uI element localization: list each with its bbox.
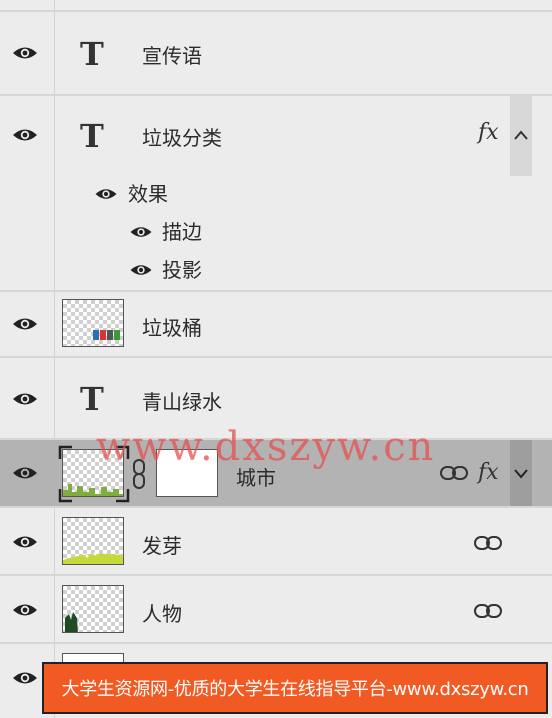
eye-icon[interactable] (12, 602, 38, 618)
eye-icon[interactable] (94, 187, 118, 201)
eye-icon[interactable] (129, 263, 153, 277)
chevron-up-icon (514, 130, 528, 140)
people-thumbnail-icon (65, 612, 78, 632)
effect-stroke[interactable]: 描边 (162, 216, 202, 245)
expand-effects-toggle[interactable] (510, 440, 532, 506)
eye-icon[interactable] (12, 534, 38, 550)
chevron-down-icon (514, 469, 528, 479)
layer-row-slogan[interactable]: T 宣传语 (0, 12, 552, 96)
layer-name: 垃圾分类 (142, 126, 222, 150)
effect-drop-shadow[interactable]: 投影 (162, 254, 202, 283)
text-layer-icon: T (80, 35, 104, 73)
layer-name: 宣传语 (142, 44, 202, 68)
text-layer-icon: T (80, 117, 104, 155)
eye-icon[interactable] (12, 465, 38, 481)
eye-icon[interactable] (12, 127, 38, 143)
fx-icon[interactable]: fx (478, 120, 499, 145)
link-icon[interactable] (474, 604, 502, 618)
layer-row-green-mountains[interactable]: T 青山绿水 (0, 358, 552, 440)
layer-name: 人物 (142, 602, 182, 626)
layer-row-sprout[interactable]: 发芽 (0, 508, 552, 576)
eye-icon[interactable] (129, 225, 153, 239)
trash-bins-thumbnail-icon (93, 330, 120, 340)
layer-row-garbage-sort[interactable]: T 垃圾分类 fx 效果 描边 投影 (0, 96, 552, 292)
eye-icon[interactable] (12, 316, 38, 332)
layer-row-people[interactable]: 人物 (0, 576, 552, 644)
layer-thumbnail (62, 585, 124, 633)
effects-label: 效果 (128, 182, 168, 206)
collapse-effects-toggle[interactable] (510, 96, 532, 176)
layer-name: 垃圾桶 (142, 316, 202, 340)
eye-icon[interactable] (12, 45, 38, 61)
layer-name: 青山绿水 (142, 390, 222, 414)
layer-thumbnail (62, 517, 124, 565)
eye-icon[interactable] (12, 391, 38, 407)
layers-panel: T 宣传语 T 垃圾分类 fx 效果 描边 投影 垃圾桶 T 青山绿水 城市 f… (0, 0, 552, 718)
eye-icon[interactable] (12, 670, 38, 686)
promo-banner: 大学生资源网-优质的大学生在线指导平台-www.dxszyw.cn (42, 662, 548, 714)
fx-icon[interactable]: fx (478, 460, 499, 485)
link-icon[interactable] (440, 466, 468, 480)
layer-row-city[interactable]: 城市 fx (0, 440, 552, 508)
layer-thumbnail (62, 299, 124, 347)
mask-link-icon[interactable] (131, 458, 147, 490)
layer-mask-thumbnail[interactable] (156, 449, 218, 497)
link-icon[interactable] (474, 536, 502, 550)
layer-name: 发芽 (142, 534, 182, 558)
text-layer-icon: T (80, 380, 104, 418)
layer-name: 城市 (236, 466, 276, 490)
layer-row-partial-top (0, 0, 552, 12)
sprout-thumbnail-icon (63, 552, 123, 564)
selection-frame-icon (58, 445, 130, 503)
layer-row-trash-bin[interactable]: 垃圾桶 (0, 292, 552, 358)
